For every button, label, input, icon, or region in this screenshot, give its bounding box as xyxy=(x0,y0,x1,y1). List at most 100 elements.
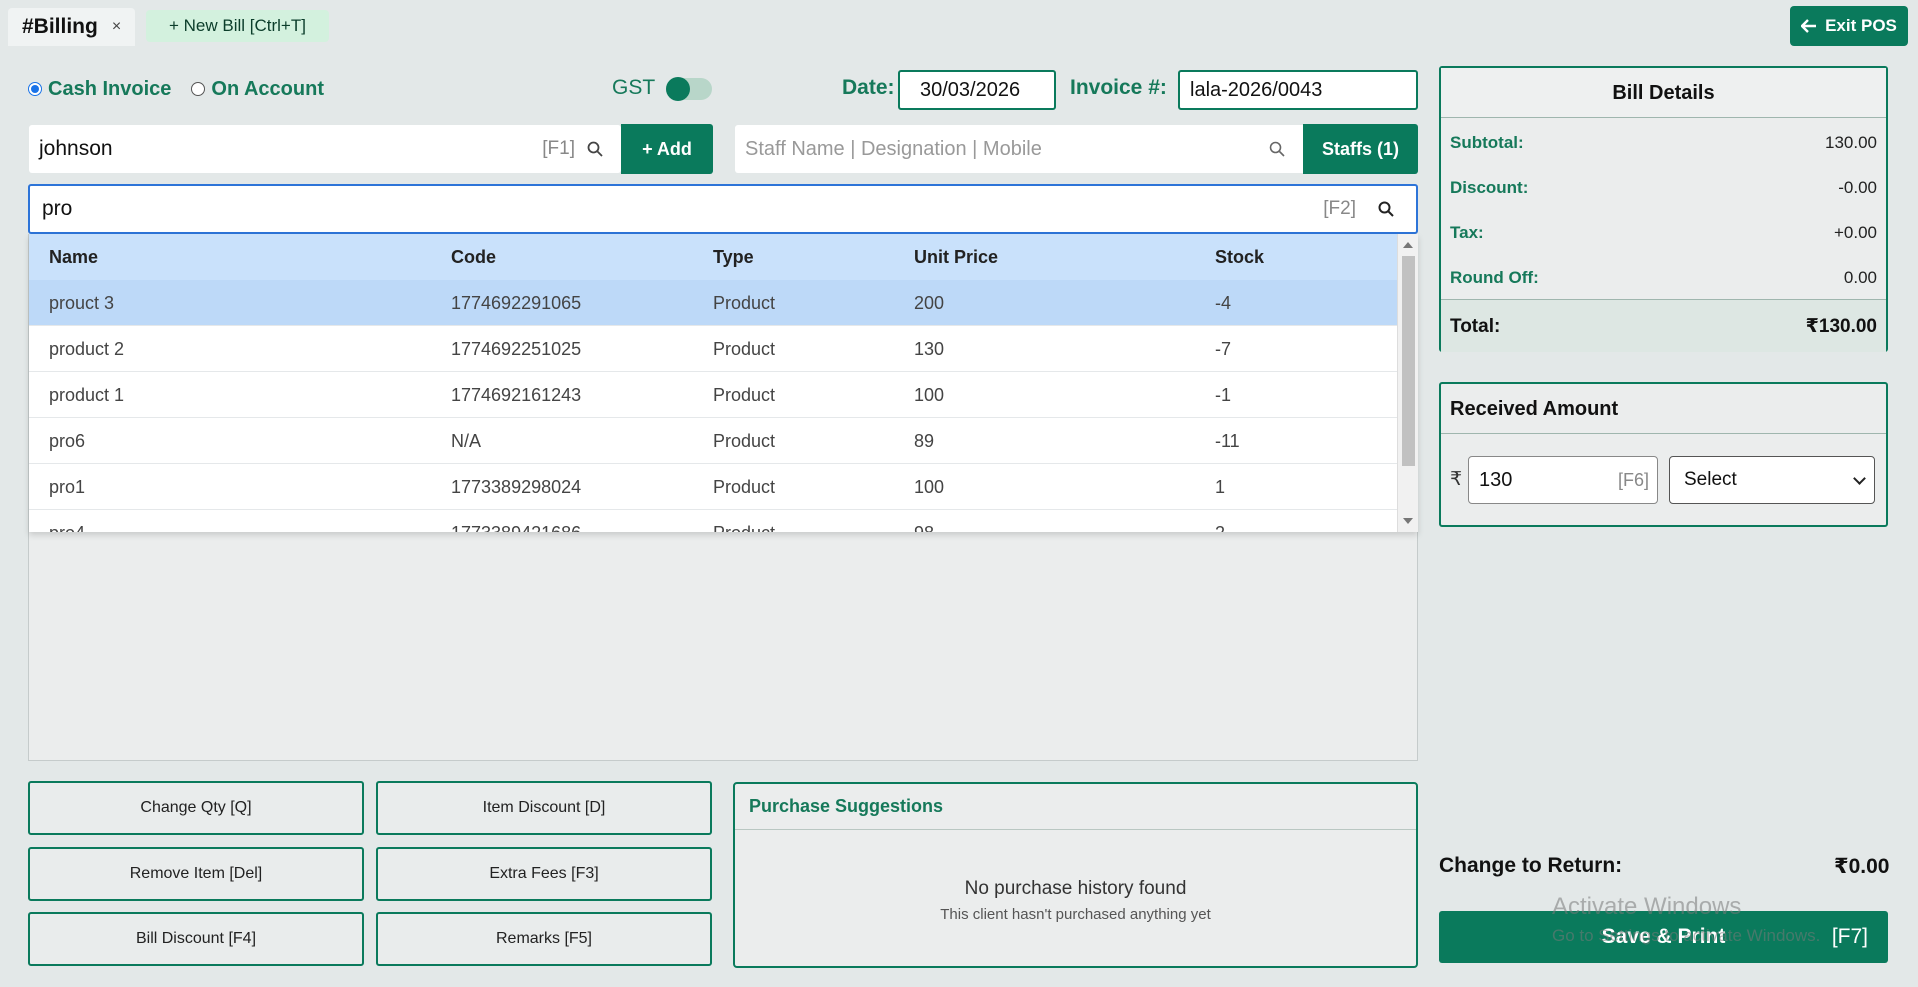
column-header: Stock xyxy=(1215,247,1265,267)
product-code: 1773389421686 xyxy=(451,510,581,532)
product-stock: 1 xyxy=(1215,477,1226,497)
product-search-input[interactable]: pro [F2] xyxy=(28,184,1418,234)
discount-value: -0.00 xyxy=(1838,178,1877,197)
product-type: Product xyxy=(713,431,776,451)
empty-state-subtext: This client hasn't purchased anything ye… xyxy=(940,906,1211,923)
product-name: product 2 xyxy=(49,339,125,359)
search-icon[interactable] xyxy=(1378,201,1394,217)
product-name: prouct 3 xyxy=(49,293,115,313)
change-qty-button[interactable]: Change Qty [Q] xyxy=(28,781,364,835)
product-stock: -7 xyxy=(1215,339,1232,359)
payment-method-select[interactable]: Select xyxy=(1669,456,1875,504)
staff-placeholder: Staff Name | Designation | Mobile xyxy=(745,137,1042,160)
received-amount-input[interactable]: 130 [F6] xyxy=(1468,456,1658,504)
bill-discount-button[interactable]: Bill Discount [F4] xyxy=(28,912,364,966)
tab-billing[interactable]: #Billing × xyxy=(8,8,135,46)
on-account-label[interactable]: On Account xyxy=(211,78,324,101)
search-icon[interactable] xyxy=(587,141,603,157)
table-row[interactable]: product 2 1774692251025 Product 130 -7 xyxy=(29,326,1397,372)
scroll-down-icon[interactable] xyxy=(1403,518,1413,524)
received-amount-panel: Received Amount ₹ 130 [F6] Select xyxy=(1439,382,1888,527)
cash-invoice-radio[interactable] xyxy=(28,82,42,96)
scroll-thumb[interactable] xyxy=(1402,256,1415,466)
purchase-suggestions-title: Purchase Suggestions xyxy=(735,784,1416,830)
subtotal-label: Subtotal: xyxy=(1450,133,1524,152)
total-row: Total: ₹130.00 xyxy=(1441,299,1886,352)
tab-billing-label: #Billing xyxy=(22,15,98,38)
product-search-value: pro xyxy=(42,197,73,220)
column-header: Unit Price xyxy=(914,247,999,267)
product-name: pro6 xyxy=(49,431,86,451)
extra-fees-button[interactable]: Extra Fees [F3] xyxy=(376,847,712,901)
payment-method-value: Select xyxy=(1684,469,1737,490)
close-icon[interactable]: × xyxy=(112,18,121,36)
product-stock: 2 xyxy=(1215,510,1225,532)
date-input[interactable]: 30/03/2026 xyxy=(898,70,1056,110)
subtotal-value: 130.00 xyxy=(1825,133,1877,152)
received-shortcut-hint: [F6] xyxy=(1617,470,1649,490)
product-stock: -4 xyxy=(1215,293,1232,313)
empty-state-message: No purchase history found xyxy=(964,878,1187,899)
save-print-shortcut: [F7] xyxy=(1831,925,1868,948)
table-row[interactable]: product 1 1774692161243 Product 100 -1 xyxy=(29,372,1397,418)
add-client-button[interactable]: + Add xyxy=(621,124,713,174)
product-name: pro1 xyxy=(49,477,86,497)
product-type: Product xyxy=(713,339,776,359)
dropdown-scrollbar[interactable] xyxy=(1397,234,1418,532)
received-amount-value: 130 xyxy=(1479,469,1513,491)
arrow-left-icon xyxy=(1801,19,1817,33)
product-type: Product xyxy=(713,477,776,497)
column-header: Name xyxy=(49,247,99,267)
column-header: Code xyxy=(451,247,496,267)
on-account-radio[interactable] xyxy=(191,82,206,96)
change-to-return-value: ₹0.00 xyxy=(1834,855,1890,878)
product-code: 1774692291065 xyxy=(451,293,582,313)
product-code: 1774692161243 xyxy=(451,385,582,405)
exit-pos-label: Exit POS xyxy=(1825,16,1897,35)
dropdown-header-row: Name Code Type Unit Price Stock xyxy=(29,234,1397,280)
product-type: Product xyxy=(713,385,776,405)
gst-toggle[interactable] xyxy=(666,77,712,101)
remarks-button[interactable]: Remarks [F5] xyxy=(376,912,712,966)
product-price: 98 xyxy=(914,510,934,532)
product-code: 1773389298024 xyxy=(451,477,582,497)
client-value: johnson xyxy=(39,137,113,160)
new-bill-button[interactable]: + New Bill [Ctrl+T] xyxy=(146,10,329,42)
remove-item-button[interactable]: Remove Item [Del] xyxy=(28,847,364,901)
product-type: Product xyxy=(713,293,776,313)
client-search-input[interactable]: johnson [F1] xyxy=(29,125,621,173)
product-price: 100 xyxy=(914,477,945,497)
product-stock: -1 xyxy=(1215,385,1232,405)
subtotal-row: Subtotal: 130.00 xyxy=(1450,120,1877,165)
round-off-value: 0.00 xyxy=(1843,268,1877,287)
gst-label: GST xyxy=(612,76,656,99)
cash-invoice-label[interactable]: Cash Invoice xyxy=(48,78,171,101)
table-row[interactable]: pro4 1773389421686 Product 98 2 xyxy=(29,510,1397,532)
product-stock: -11 xyxy=(1215,431,1240,451)
column-header: Type xyxy=(713,247,754,267)
staffs-button[interactable]: Staffs (1) xyxy=(1303,124,1418,174)
exit-pos-button[interactable]: Exit POS xyxy=(1790,6,1908,46)
invoice-label: Invoice #: xyxy=(1070,76,1167,99)
table-row[interactable]: prouct 3 1774692291065 Product 200 -4 xyxy=(29,280,1397,326)
bill-details-panel: Bill Details Subtotal: 130.00 Discount: … xyxy=(1439,66,1888,352)
item-discount-button[interactable]: Item Discount [D] xyxy=(376,781,712,835)
total-label: Total: xyxy=(1450,316,1501,337)
table-row[interactable]: pro6 N/A Product 89 -11 xyxy=(29,418,1397,464)
table-row[interactable]: pro1 1773389298024 Product 100 1 xyxy=(29,464,1397,510)
tax-value: +0.00 xyxy=(1833,223,1877,242)
product-price: 89 xyxy=(914,431,935,451)
total-value: ₹130.00 xyxy=(1805,316,1877,337)
invoice-type-group: Cash Invoice On Account xyxy=(28,76,324,102)
staff-search-input[interactable]: Staff Name | Designation | Mobile xyxy=(735,125,1303,173)
discount-row: Discount: -0.00 xyxy=(1450,165,1877,210)
product-shortcut-hint: [F2] xyxy=(1323,198,1356,219)
scroll-up-icon[interactable] xyxy=(1403,242,1413,248)
invoice-number-input[interactable]: lala-2026/0043 xyxy=(1178,70,1418,110)
tax-row: Tax: +0.00 xyxy=(1450,210,1877,255)
product-name: pro4 xyxy=(49,510,85,532)
product-price: 100 xyxy=(914,385,945,405)
bill-details-title: Bill Details xyxy=(1441,68,1886,118)
product-code: N/A xyxy=(451,431,482,451)
search-icon[interactable] xyxy=(1269,141,1285,157)
